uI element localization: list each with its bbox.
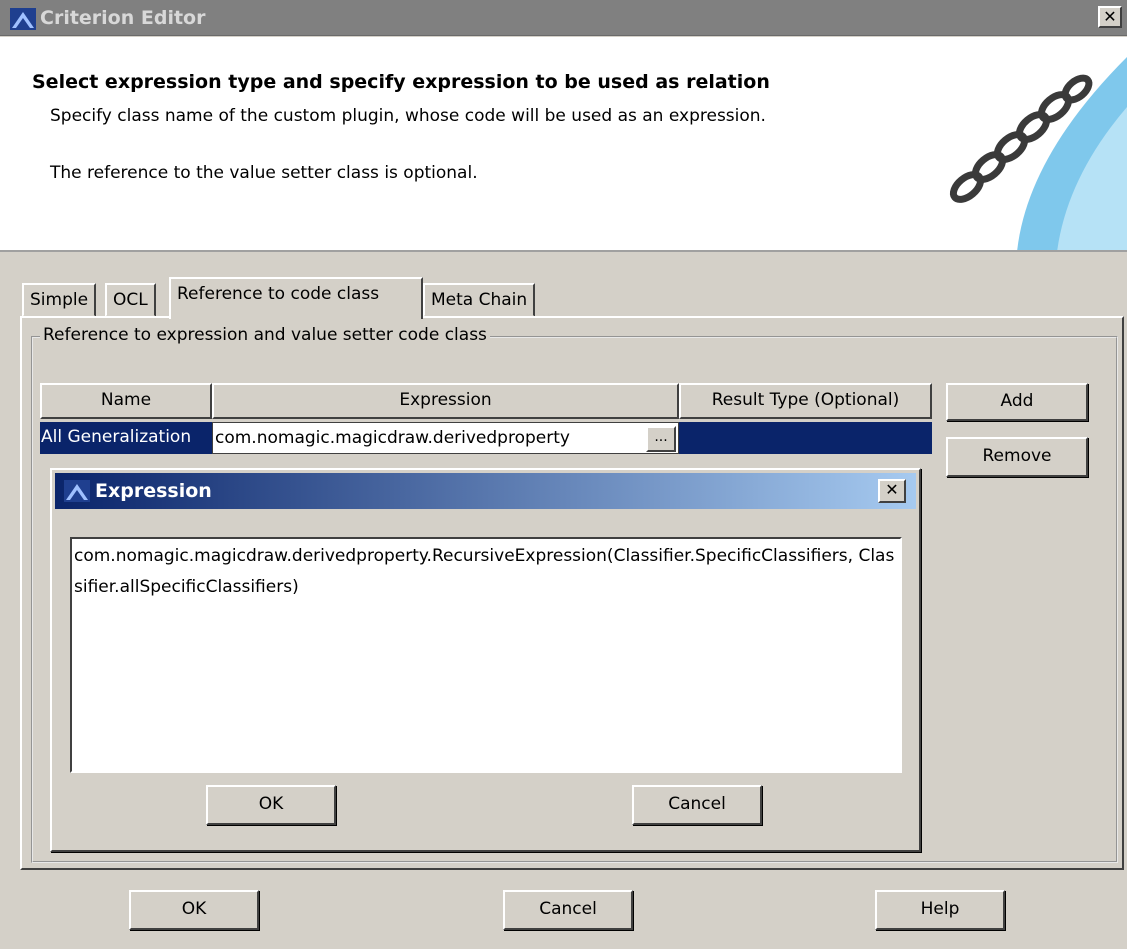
close-icon: ✕ [885, 480, 899, 499]
expression-dialog: Expression ✕ com.nomagic.magicdraw.deriv… [50, 468, 921, 852]
add-button[interactable]: Add [946, 383, 1088, 421]
close-icon: ✕ [1103, 7, 1117, 26]
window-titlebar: Criterion Editor [0, 0, 1127, 36]
cell-name[interactable]: All Generalization [40, 422, 212, 454]
header-banner: Select expression type and specify expre… [0, 37, 1127, 252]
window-close-button[interactable]: ✕ [1098, 6, 1122, 28]
window-title: Criterion Editor [40, 7, 206, 29]
remove-button[interactable]: Remove [946, 437, 1088, 477]
magicdraw-app-icon [64, 480, 90, 502]
cell-expression-text: com.nomagic.magicdraw.derivedproperty [215, 428, 570, 448]
column-header-result-type[interactable]: Result Type (Optional) [679, 383, 932, 419]
cell-result-type[interactable] [679, 422, 932, 454]
banner-description: Specify class name of the custom plugin,… [50, 106, 766, 126]
groupbox-legend: Reference to expression and value setter… [40, 325, 490, 345]
expression-ok-button[interactable]: OK [206, 785, 336, 825]
cancel-button[interactable]: Cancel [503, 890, 633, 930]
column-header-expression[interactable]: Expression [212, 383, 679, 419]
magicdraw-app-icon [10, 8, 36, 30]
expression-dialog-close-button[interactable]: ✕ [878, 479, 906, 503]
tab-meta-chain[interactable]: Meta Chain [423, 283, 536, 317]
table-row[interactable]: All Generalization com.nomagic.magicdraw… [40, 422, 932, 454]
expression-textarea[interactable]: com.nomagic.magicdraw.derivedproperty.Re… [70, 537, 902, 773]
tab-simple[interactable]: Simple [22, 283, 97, 317]
ok-button[interactable]: OK [129, 890, 259, 930]
tab-reference-to-code-class[interactable]: Reference to code class [169, 277, 423, 319]
expression-browse-button[interactable]: ... [646, 426, 676, 452]
cell-expression-editor[interactable]: com.nomagic.magicdraw.derivedproperty ..… [212, 422, 679, 454]
expression-cancel-button[interactable]: Cancel [632, 785, 762, 825]
ellipsis-icon: ... [654, 429, 668, 445]
expression-dialog-titlebar: Expression ✕ [55, 473, 916, 509]
banner-note: The reference to the value setter class … [50, 163, 478, 183]
chain-illustration-icon [949, 57, 1127, 250]
tab-ocl[interactable]: OCL [105, 283, 156, 317]
column-header-name[interactable]: Name [40, 383, 212, 419]
expression-dialog-title: Expression [95, 480, 212, 502]
banner-heading: Select expression type and specify expre… [32, 71, 770, 93]
help-button[interactable]: Help [875, 890, 1005, 930]
